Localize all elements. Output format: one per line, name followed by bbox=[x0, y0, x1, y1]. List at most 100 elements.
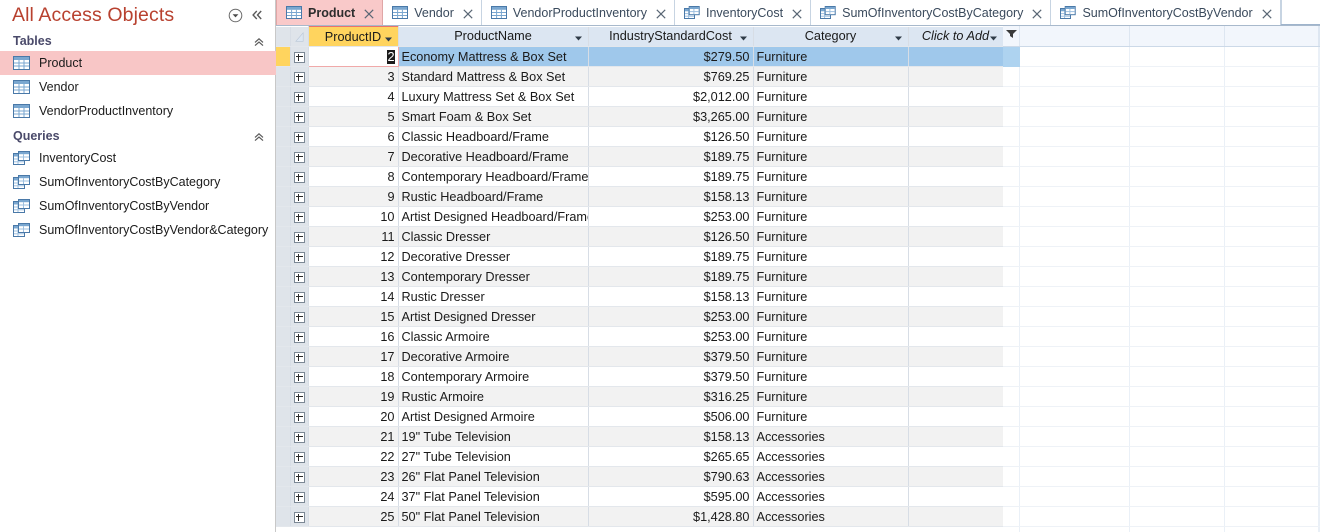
table-row[interactable]: 13 Contemporary Dresser $189.75 Furniture bbox=[276, 266, 1004, 287]
table-row[interactable]: 25 50" Flat Panel Television $1,428.80 Acce… bbox=[276, 506, 1004, 527]
expand-plus-icon[interactable] bbox=[290, 286, 309, 307]
category-cell[interactable]: Furniture bbox=[753, 386, 909, 407]
click-to-add-cell[interactable] bbox=[908, 66, 1004, 87]
category-cell[interactable]: Accessories bbox=[753, 466, 909, 487]
row-selector[interactable] bbox=[276, 386, 291, 407]
category-cell[interactable]: Accessories bbox=[753, 446, 909, 467]
productname-cell[interactable]: Rustic Headboard/Frame bbox=[398, 186, 589, 207]
productid-cell[interactable]: 18 bbox=[308, 366, 399, 387]
productid-cell[interactable]: 8 bbox=[308, 166, 399, 187]
productname-cell[interactable]: 27" Tube Television bbox=[398, 446, 589, 467]
table-row[interactable]: 9 Rustic Headboard/Frame $158.13 Furniture bbox=[276, 186, 1004, 207]
expand-plus-icon[interactable] bbox=[290, 406, 309, 427]
industrystandardcost-cell[interactable]: $189.75 bbox=[588, 166, 754, 187]
industrystandardcost-cell[interactable]: $158.13 bbox=[588, 426, 754, 447]
category-cell[interactable]: Accessories bbox=[753, 506, 909, 527]
productid-cell[interactable]: 12 bbox=[308, 246, 399, 267]
productid-cell[interactable]: 24 bbox=[308, 486, 399, 507]
productid-cell[interactable]: 7 bbox=[308, 146, 399, 167]
expand-plus-icon[interactable] bbox=[290, 326, 309, 347]
close-icon[interactable] bbox=[655, 7, 667, 19]
industrystandardcost-cell[interactable]: $790.63 bbox=[588, 466, 754, 487]
sidebar-item-sumofinventorycostbycategory[interactable]: SumOfInventoryCostByCategory bbox=[0, 170, 275, 194]
productname-cell[interactable]: Contemporary Headboard/Frame bbox=[398, 166, 589, 187]
click-to-add-cell[interactable] bbox=[908, 386, 1004, 407]
row-selector[interactable] bbox=[276, 326, 291, 347]
productname-cell[interactable]: Standard Mattress & Box Set bbox=[398, 66, 589, 87]
expand-plus-icon[interactable] bbox=[290, 506, 309, 527]
sidebar-item-vendorproductinventory[interactable]: VendorProductInventory bbox=[0, 99, 275, 123]
row-selector[interactable] bbox=[276, 446, 291, 467]
table-row[interactable]: 15 Artist Designed Dresser $253.00 Furnitur… bbox=[276, 306, 1004, 327]
expand-plus-icon[interactable] bbox=[290, 486, 309, 507]
productname-cell[interactable]: Decorative Headboard/Frame bbox=[398, 146, 589, 167]
column-header-category[interactable]: Category bbox=[753, 26, 909, 47]
productname-cell[interactable]: Artist Designed Headboard/Frame bbox=[398, 206, 589, 227]
row-selector[interactable] bbox=[276, 66, 291, 87]
industrystandardcost-cell[interactable]: $265.65 bbox=[588, 446, 754, 467]
filter-caret-icon[interactable] bbox=[1003, 26, 1020, 46]
close-icon[interactable] bbox=[363, 7, 375, 19]
table-row[interactable]: 4 Luxury Mattress Set & Box Set $2,012.00 F… bbox=[276, 86, 1004, 107]
sidebar-item-sumofinventorycostbyvendorandcategory[interactable]: SumOfInventoryCostByVendor&Category bbox=[0, 218, 275, 242]
click-to-add-cell[interactable] bbox=[908, 206, 1004, 227]
industrystandardcost-cell[interactable]: $1,428.80 bbox=[588, 506, 754, 527]
row-selector[interactable] bbox=[276, 86, 291, 107]
click-to-add-cell[interactable] bbox=[908, 46, 1004, 67]
row-selector[interactable] bbox=[276, 206, 291, 227]
productid-cell[interactable]: 25 bbox=[308, 506, 399, 527]
tab-product[interactable]: Product bbox=[276, 0, 384, 25]
industrystandardcost-cell[interactable]: $189.75 bbox=[588, 146, 754, 167]
table-row[interactable]: 24 37" Flat Panel Television $595.00 Access… bbox=[276, 486, 1004, 507]
industrystandardcost-cell[interactable]: $279.50 bbox=[588, 46, 754, 67]
row-selector[interactable] bbox=[276, 266, 291, 287]
productid-cell[interactable]: 13 bbox=[308, 266, 399, 287]
table-row[interactable]: 8 Contemporary Headboard/Frame $189.75 Furn… bbox=[276, 166, 1004, 187]
row-selector[interactable] bbox=[276, 486, 291, 507]
category-cell[interactable]: Furniture bbox=[753, 306, 909, 327]
table-row[interactable]: 22 27" Tube Television $265.65 Accessories bbox=[276, 446, 1004, 467]
productid-cell[interactable]: 23 bbox=[308, 466, 399, 487]
sidebar-item-sumofinventorycostbyvendor[interactable]: SumOfInventoryCostByVendor bbox=[0, 194, 275, 218]
click-to-add-cell[interactable] bbox=[908, 186, 1004, 207]
row-selector[interactable] bbox=[276, 226, 291, 247]
productid-cell[interactable]: 10 bbox=[308, 206, 399, 227]
expand-plus-icon[interactable] bbox=[290, 306, 309, 327]
click-to-add-cell[interactable] bbox=[908, 486, 1004, 507]
category-cell[interactable]: Furniture bbox=[753, 66, 909, 87]
expand-plus-icon[interactable] bbox=[290, 446, 309, 467]
category-cell[interactable]: Furniture bbox=[753, 106, 909, 127]
click-to-add-cell[interactable] bbox=[908, 246, 1004, 267]
industrystandardcost-cell[interactable]: $253.00 bbox=[588, 326, 754, 347]
tab-inventorycost[interactable]: InventoryCost bbox=[674, 0, 812, 25]
productid-cell[interactable]: 14 bbox=[308, 286, 399, 307]
expand-plus-icon[interactable] bbox=[290, 226, 309, 247]
tab-vendorproductinventory[interactable]: VendorProductInventory bbox=[481, 0, 675, 25]
table-row[interactable]: 19 Rustic Armoire $316.25 Furniture bbox=[276, 386, 1004, 407]
row-selector[interactable] bbox=[276, 426, 291, 447]
productid-cell[interactable]: 6 bbox=[308, 126, 399, 147]
close-icon[interactable] bbox=[1031, 7, 1043, 19]
expand-plus-icon[interactable] bbox=[290, 166, 309, 187]
table-row[interactable]: 5 Smart Foam & Box Set $3,265.00 Furniture bbox=[276, 106, 1004, 127]
expand-plus-icon[interactable] bbox=[290, 146, 309, 167]
nav-group-queries[interactable]: Queries bbox=[0, 125, 275, 146]
table-row[interactable]: 7 Decorative Headboard/Frame $189.75 Furnit… bbox=[276, 146, 1004, 167]
productid-cell[interactable]: 15 bbox=[308, 306, 399, 327]
row-selector[interactable] bbox=[276, 466, 291, 487]
category-cell[interactable]: Furniture bbox=[753, 326, 909, 347]
expand-plus-icon[interactable] bbox=[290, 106, 309, 127]
category-cell[interactable]: Furniture bbox=[753, 226, 909, 247]
expand-plus-icon[interactable] bbox=[290, 86, 309, 107]
click-to-add-cell[interactable] bbox=[908, 406, 1004, 427]
industrystandardcost-cell[interactable]: $189.75 bbox=[588, 266, 754, 287]
click-to-add-cell[interactable] bbox=[908, 346, 1004, 367]
productname-cell[interactable]: Contemporary Armoire bbox=[398, 366, 589, 387]
productid-cell[interactable]: 16 bbox=[308, 326, 399, 347]
tab-vendor[interactable]: Vendor bbox=[383, 0, 482, 25]
expand-plus-icon[interactable] bbox=[290, 386, 309, 407]
industrystandardcost-cell[interactable]: $158.13 bbox=[588, 286, 754, 307]
table-row[interactable]: 2 Economy Mattress & Box Set $279.50 Furnit… bbox=[276, 46, 1004, 67]
table-row[interactable]: 14 Rustic Dresser $158.13 Furniture bbox=[276, 286, 1004, 307]
productid-cell[interactable]: 19 bbox=[308, 386, 399, 407]
